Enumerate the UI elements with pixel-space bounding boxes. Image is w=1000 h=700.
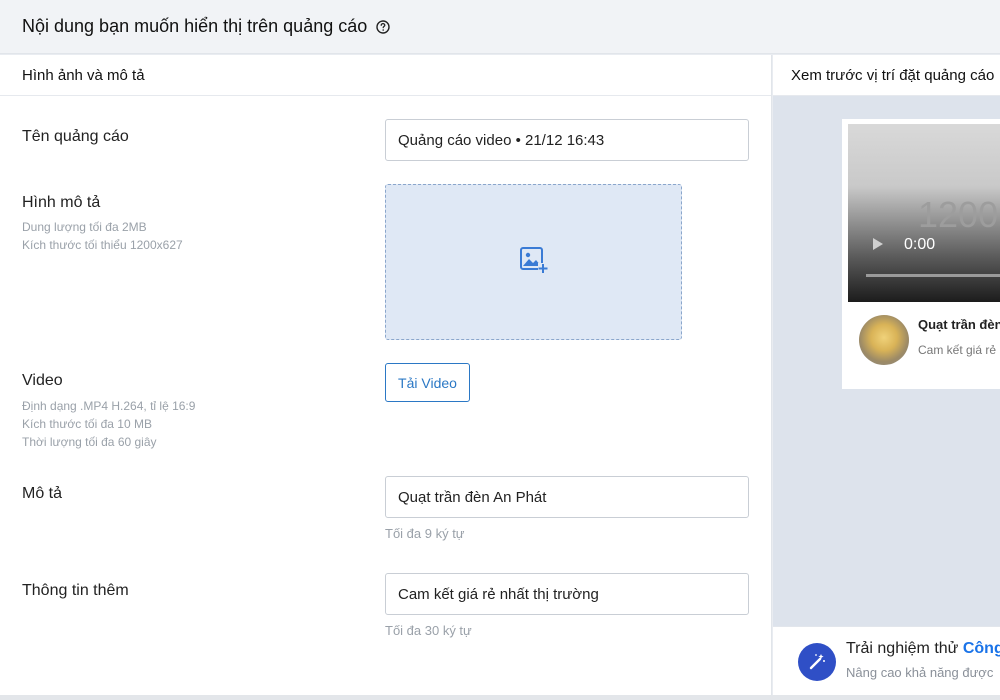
description-label: Mô tả (22, 485, 63, 502)
promo-title-prefix: Trải nghiệm thử (846, 640, 959, 657)
page-header: Nội dung bạn muốn hiển thị trên quảng cá… (0, 0, 1000, 54)
extra-info-input[interactable]: Cam kết giá rẻ nhất thị trường (385, 573, 749, 615)
description-value: Quạt trần đèn An Phát (398, 488, 547, 506)
preview-title: Xem trước vị trí đặt quảng cáo (791, 66, 995, 84)
extra-info-value: Cam kết giá rẻ nhất thị trường (398, 585, 599, 603)
video-placeholder-text: 1200 (918, 194, 999, 235)
promo-subtitle: Nâng cao khả năng được (846, 665, 994, 680)
magic-wand-icon (798, 643, 836, 681)
ad-preview-card: 1200 0:00 Quạt trần đèn Cam kết giá rẻ (842, 119, 1000, 389)
video-hint-size: Kích thước tối đa 10 MB (22, 417, 152, 431)
video-hint-format: Định dạng .MP4 H.264, tỉ lệ 16:9 (22, 399, 196, 413)
promo-link[interactable]: Công (963, 640, 1000, 657)
bottom-divider (0, 695, 1000, 700)
image-label: Hình mô tả (22, 194, 101, 211)
extra-info-limit-hint: Tối đa 30 ký tự (385, 623, 472, 638)
page-title: Nội dung bạn muốn hiển thị trên quảng cá… (22, 16, 368, 36)
video-hint-duration: Thời lượng tối đa 60 giây (22, 435, 157, 449)
description-limit-hint: Tối đa 9 ký tự (385, 526, 465, 541)
section-title: Hình ảnh và mô tả (22, 66, 145, 84)
ad-preview-title: Quạt trần đèn (918, 317, 1000, 332)
description-label-group: Mô tả (22, 485, 62, 503)
ad-thumbnail (859, 315, 909, 365)
content-form-panel: Hình ảnh và mô tả Tên quảng cáo Quảng cá… (0, 55, 772, 695)
ad-preview-description: Cam kết giá rẻ (918, 343, 997, 357)
add-image-icon (519, 245, 549, 280)
extra-info-label: Thông tin thêm (22, 582, 129, 599)
preview-panel: Xem trước vị trí đặt quảng cáo 1200 0:00… (773, 55, 1000, 695)
extra-info-label-group: Thông tin thêm (22, 582, 129, 600)
image-label-group: Hình mô tả Dung lượng tối đa 2MB Kích th… (22, 194, 183, 254)
section-header: Hình ảnh và mô tả (0, 55, 771, 96)
video-progress-bar[interactable] (866, 274, 1000, 277)
ad-name-label-group: Tên quảng cáo (22, 128, 129, 146)
image-hint-size: Dung lượng tối đa 2MB (22, 220, 147, 234)
image-dropzone[interactable] (385, 184, 682, 340)
ad-name-input[interactable]: Quảng cáo video • 21/12 16:43 (385, 119, 749, 161)
image-hint-dimensions: Kích thước tối thiểu 1200x627 (22, 238, 183, 252)
play-icon[interactable] (872, 237, 884, 251)
upload-video-button[interactable]: Tải Video (385, 363, 470, 402)
video-label-group: Video Định dạng .MP4 H.264, tỉ lệ 16:9 K… (22, 372, 195, 451)
promo-title: Trải nghiệm thử Công (846, 640, 1000, 658)
promo-banner[interactable]: Trải nghiệm thử Công Nâng cao khả năng đ… (773, 626, 1000, 695)
description-input[interactable]: Quạt trần đèn An Phát (385, 476, 749, 518)
ad-name-label: Tên quảng cáo (22, 128, 129, 145)
video-label: Video (22, 372, 63, 389)
video-time: 0:00 (904, 236, 936, 253)
ad-name-value: Quảng cáo video • 21/12 16:43 (398, 131, 605, 149)
question-circle-icon[interactable] (376, 19, 390, 34)
preview-header: Xem trước vị trí đặt quảng cáo (773, 55, 1000, 96)
video-player[interactable]: 1200 0:00 (848, 124, 1000, 302)
